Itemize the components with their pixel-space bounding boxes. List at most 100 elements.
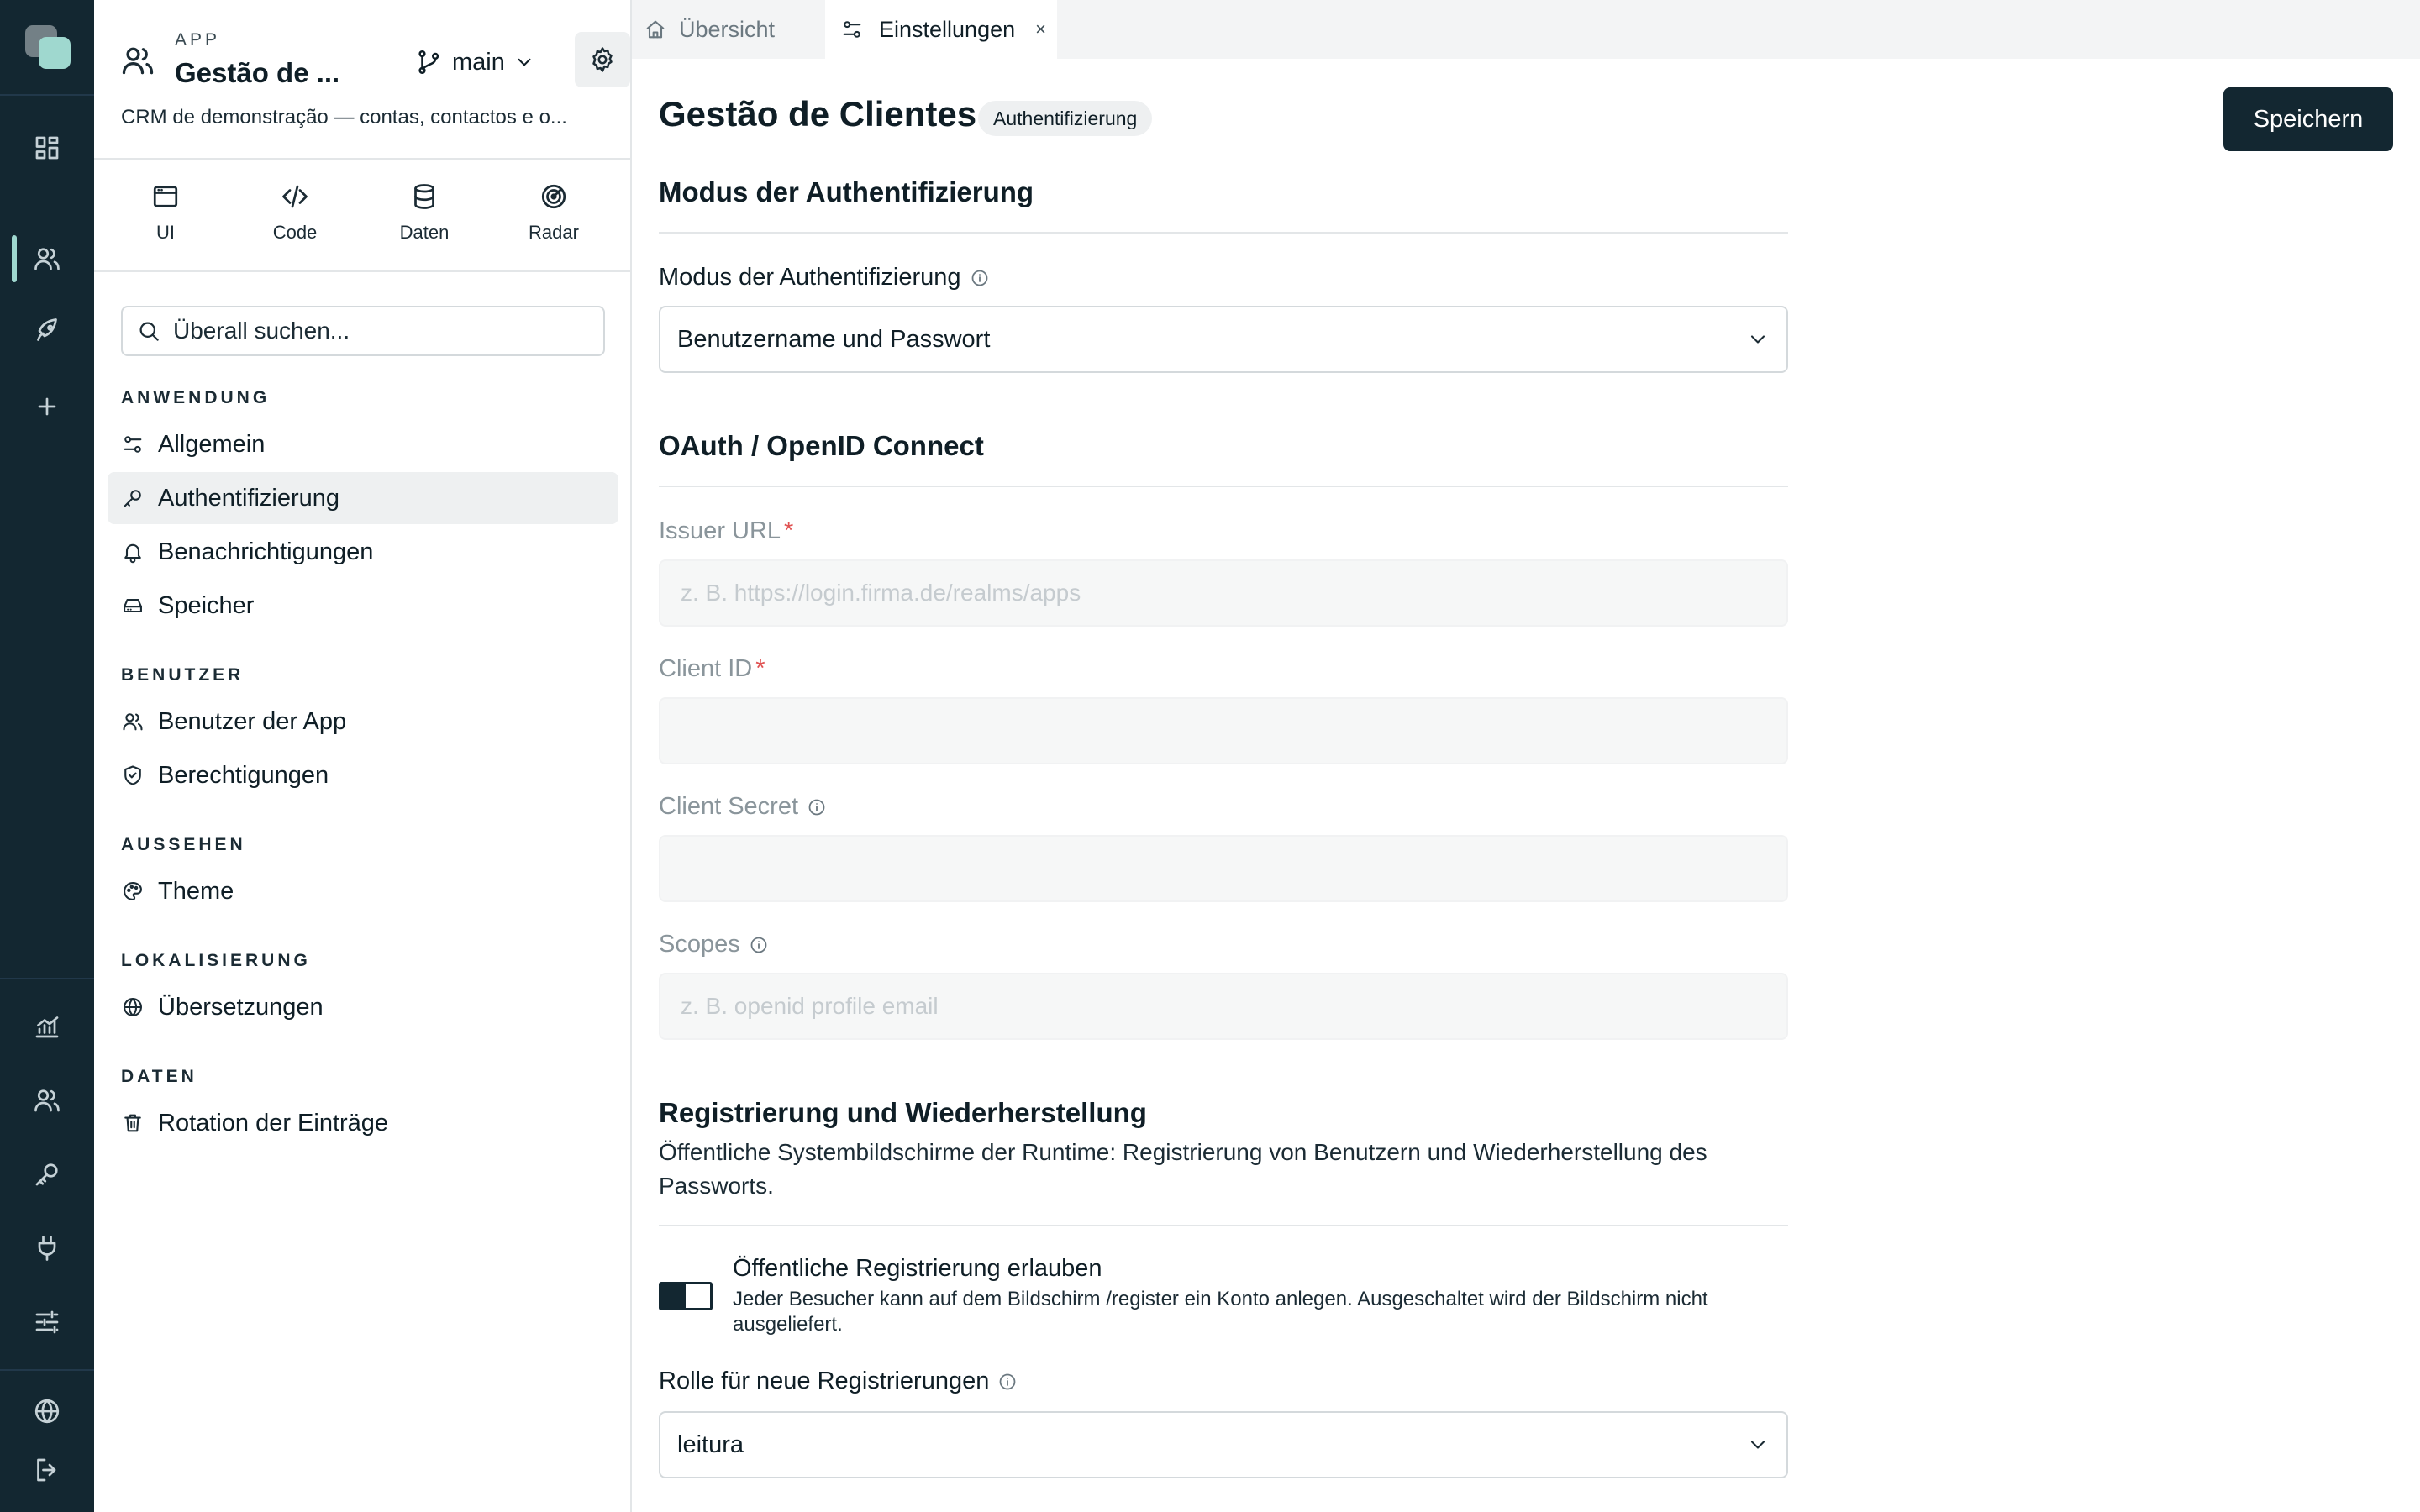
palette-icon xyxy=(124,882,142,900)
client-secret-input[interactable] xyxy=(659,835,1788,902)
tab-einstellungen[interactable]: Einstellungen × xyxy=(825,0,1057,59)
field-label-scopes: Scopes xyxy=(659,931,769,958)
sidebar-item-label: Speicher xyxy=(158,591,255,619)
sliders-icon xyxy=(843,21,861,38)
sidebar-item-authentifizierung[interactable]: Authentifizierung xyxy=(108,472,618,524)
client-id-input[interactable] xyxy=(659,697,1788,764)
rail-active-indicator xyxy=(12,235,17,282)
section-title-auth-mode: Modus der Authentifizierung xyxy=(659,176,1034,207)
info-icon[interactable] xyxy=(807,797,827,817)
sidebar-divider xyxy=(94,270,632,272)
app-settings-button[interactable] xyxy=(575,32,630,87)
sidebar-item-benutzer-der-app[interactable]: Benutzer der App xyxy=(108,696,618,748)
settings-sidebar: APP Gestão de ... main CRM de demonstraç… xyxy=(94,0,632,1512)
label-text: Scopes xyxy=(659,931,740,958)
app-header: APP Gestão de ... main xyxy=(119,25,630,118)
sidebar-item-theme[interactable]: Theme xyxy=(108,865,618,917)
select-value: Benutzername und Passwort xyxy=(677,325,991,353)
database-icon xyxy=(414,184,434,209)
sidebar-item-speicher[interactable]: Speicher xyxy=(108,580,618,632)
required-marker: * xyxy=(784,517,794,544)
registration-role-select[interactable]: leitura xyxy=(659,1411,1788,1478)
logout-icon[interactable] xyxy=(32,1455,62,1485)
sidebar-item-rotation-der-eintraege[interactable]: Rotation der Einträge xyxy=(108,1097,618,1149)
field-label-auth-mode: Modus der Authentifizierung xyxy=(659,264,990,291)
gear-icon xyxy=(592,47,613,72)
app-description: CRM de demonstração — contas, contactos … xyxy=(121,106,567,129)
section-badge: Authentifizierung xyxy=(978,101,1153,136)
sidebar-item-label: Theme xyxy=(158,877,234,905)
public-registration-toggle[interactable] xyxy=(659,1282,713,1310)
section-description: Öffentliche Systembildschirme der Runtim… xyxy=(659,1139,1707,1199)
label-text: Rolle für neue Registrierungen xyxy=(659,1368,990,1394)
sidebar-item-label: Rotation der Einträge xyxy=(158,1109,389,1137)
field-label-issuer-url: Issuer URL * xyxy=(659,517,793,545)
analytics-icon[interactable] xyxy=(32,1011,62,1042)
sidebar-item-label: Übersetzungen xyxy=(158,993,324,1021)
drive-icon xyxy=(124,598,142,613)
quick-action-radar[interactable]: Radar xyxy=(508,181,600,244)
quick-action-label: Daten xyxy=(399,222,450,243)
key-icon[interactable] xyxy=(32,1159,62,1189)
info-icon[interactable] xyxy=(997,1372,1018,1392)
quick-action-daten[interactable]: Daten xyxy=(378,181,471,244)
quick-action-label: Radar xyxy=(529,222,579,243)
sidebar-item-uebersetzungen[interactable]: Übersetzungen xyxy=(108,981,618,1033)
info-icon[interactable] xyxy=(970,268,990,288)
key-icon xyxy=(124,490,141,507)
sidebar-item-label: Allgemein xyxy=(158,430,266,458)
section-divider xyxy=(659,232,1788,234)
save-button[interactable]: Speichern xyxy=(2223,87,2393,151)
globe-icon[interactable] xyxy=(32,1396,62,1426)
tab-label: Einstellungen xyxy=(879,16,1016,42)
code-icon xyxy=(282,185,308,208)
quick-action-ui[interactable]: UI xyxy=(119,181,212,244)
bell-icon xyxy=(124,543,141,564)
window-icon xyxy=(153,186,178,207)
sidebar-item-berechtigungen[interactable]: Berechtigungen xyxy=(108,749,618,801)
issuer-url-input[interactable] xyxy=(659,559,1788,627)
tab-uebersicht[interactable]: Übersicht xyxy=(644,0,775,59)
trash-icon xyxy=(124,1114,141,1132)
team-icon[interactable] xyxy=(32,1085,62,1116)
nav-group-title: AUSSEHEN xyxy=(121,835,246,854)
sliders-icon xyxy=(124,436,142,453)
sidebar-item-benachrichtigungen[interactable]: Benachrichtigungen xyxy=(108,526,618,578)
close-tab-icon[interactable]: × xyxy=(1035,18,1046,40)
branch-selector[interactable]: main xyxy=(415,42,535,82)
app-name: Gestão de ... xyxy=(175,57,340,88)
select-value: leitura xyxy=(677,1431,744,1458)
radar-icon xyxy=(541,184,566,209)
sidebar-item-label: Authentifizierung xyxy=(158,484,340,512)
icon-rail xyxy=(0,0,94,1512)
plug-icon[interactable] xyxy=(32,1233,62,1263)
nav-group-title: ANWENDUNG xyxy=(121,388,271,407)
toggle-title: Öffentliche Registrierung erlauben xyxy=(733,1255,1102,1282)
sidebar-item-allgemein[interactable]: Allgemein xyxy=(108,418,618,470)
page-title: Gestão de Clientes xyxy=(659,94,977,134)
info-icon[interactable] xyxy=(749,935,769,955)
quick-action-code[interactable]: Code xyxy=(249,181,341,244)
dashboard-icon[interactable] xyxy=(32,133,62,163)
app-kicker: APP xyxy=(175,30,221,50)
global-search[interactable] xyxy=(121,306,605,356)
search-icon xyxy=(139,322,159,341)
section-divider xyxy=(659,486,1788,487)
rocket-icon[interactable] xyxy=(32,316,62,346)
settings-sliders-icon[interactable] xyxy=(32,1307,62,1337)
auth-mode-select[interactable]: Benutzername und Passwort xyxy=(659,306,1788,373)
rail-divider xyxy=(0,1369,94,1371)
scopes-input[interactable] xyxy=(659,973,1788,1040)
sidebar-item-label: Benachrichtigungen xyxy=(158,538,374,565)
label-text: Client Secret xyxy=(659,793,799,820)
nav-group-title: DATEN xyxy=(121,1067,197,1086)
nav-group-title: LOKALISIERUNG xyxy=(121,951,311,970)
app-logo[interactable] xyxy=(25,25,71,71)
field-label-role: Rolle für neue Registrierungen xyxy=(659,1368,1018,1395)
sidebar-divider xyxy=(94,158,632,160)
users-icon[interactable] xyxy=(32,244,62,274)
add-icon[interactable] xyxy=(32,391,62,422)
chevron-down-icon xyxy=(1750,335,1765,344)
search-input[interactable] xyxy=(173,318,593,344)
label-text: Modus der Authentifizierung xyxy=(659,264,961,291)
